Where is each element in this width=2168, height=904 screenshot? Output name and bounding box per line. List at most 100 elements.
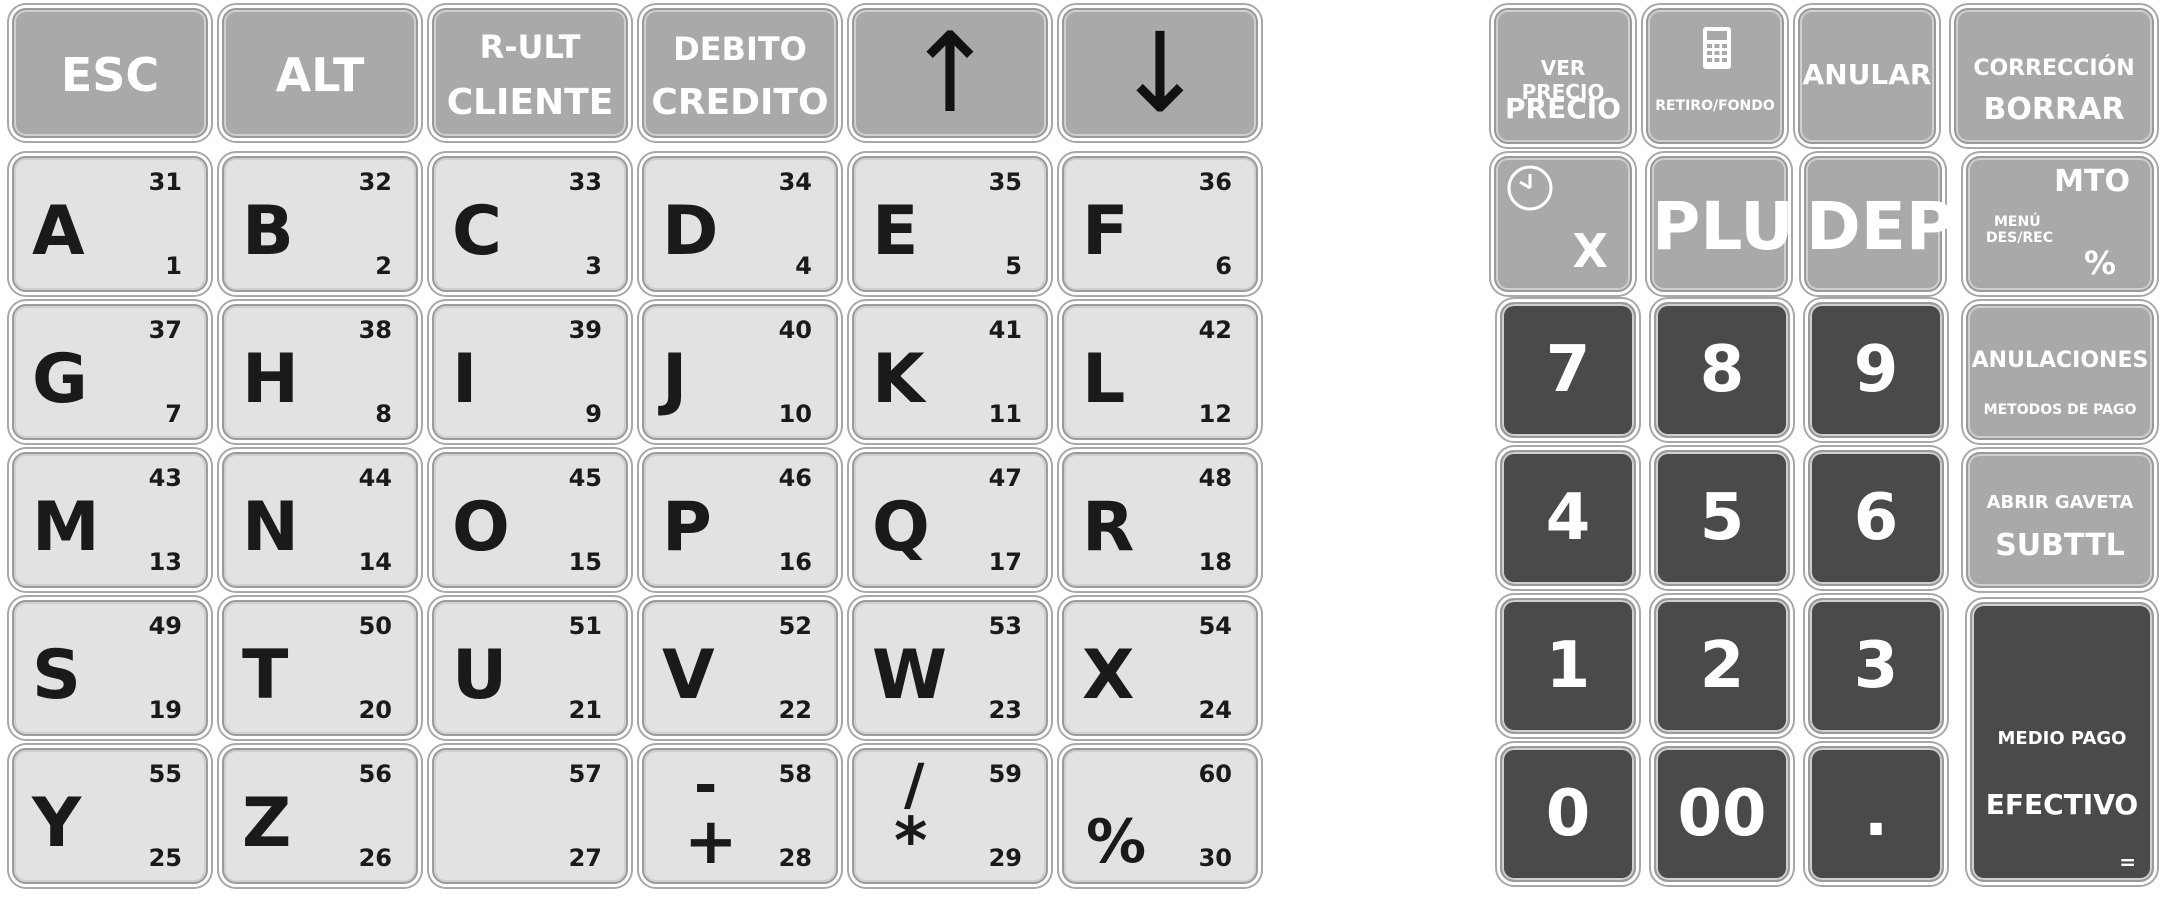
key-number-top: 57 [568, 760, 602, 788]
key-19[interactable]: S 49 19 [12, 600, 208, 736]
key-number-top: 41 [988, 316, 1022, 344]
key-letter: % [1086, 807, 1147, 877]
key-letter: J [662, 340, 688, 419]
key-15[interactable]: O 45 15 [432, 452, 628, 588]
numpad-key-6[interactable]: 6 [1808, 450, 1944, 586]
numpad-key-9[interactable]: 9 [1808, 302, 1944, 438]
numpad-key-5[interactable]: 5 [1654, 450, 1790, 586]
dep-key[interactable]: DEP [1804, 156, 1955, 292]
key-23[interactable]: W 53 23 [852, 600, 1048, 736]
key-21[interactable]: U 51 21 [432, 600, 628, 736]
plu-key[interactable]: PLU [1650, 156, 1794, 292]
correccion-label: CORRECCIÓN [1973, 56, 2135, 81]
key-13[interactable]: M 43 13 [12, 452, 208, 588]
numpad-key-8[interactable]: 8 [1654, 302, 1790, 438]
key-30[interactable]: % 60 30 [1062, 748, 1258, 884]
key-14[interactable]: N 44 14 [222, 452, 418, 588]
key-27[interactable]: 57 27 [432, 748, 628, 884]
retiro-fondo-key[interactable]: RETIRO/FONDO [1646, 8, 1784, 144]
dep-label: DEP [1806, 188, 1955, 265]
numpad-key-2[interactable]: 2 [1654, 598, 1790, 734]
key-7[interactable]: G 37 7 [12, 304, 208, 440]
key-number-bottom: 12 [1198, 400, 1232, 428]
numpad-label: 3 [1853, 629, 1899, 703]
key-12[interactable]: L 42 12 [1062, 304, 1258, 440]
key-letter: W [872, 636, 948, 715]
borrar-label: BORRAR [1983, 92, 2125, 127]
key-16[interactable]: P 46 16 [642, 452, 838, 588]
key-6[interactable]: F 36 6 [1062, 156, 1258, 292]
key-number-bottom: 26 [358, 844, 392, 872]
key-number-bottom: 29 [988, 844, 1022, 872]
key-5[interactable]: E 35 5 [852, 156, 1048, 292]
numpad-label: 0 [1545, 777, 1591, 851]
debito-credito-key[interactable]: DEBITO CREDITO [642, 8, 838, 138]
key-number-top: 36 [1198, 168, 1232, 196]
key-10[interactable]: J 40 10 [642, 304, 838, 440]
clock-x-key[interactable]: X [1494, 156, 1632, 292]
anulaciones-key[interactable]: ANULACIONES METODOS DE PAGO [1966, 304, 2154, 440]
key-number-bottom: 7 [165, 400, 182, 428]
arrow-down-key[interactable]: ↓ [1062, 8, 1258, 138]
key-22[interactable]: V 52 22 [642, 600, 838, 736]
key-24[interactable]: X 54 24 [1062, 600, 1258, 736]
numpad-key-1[interactable]: 1 [1500, 598, 1636, 734]
correccion-borrar-key[interactable]: CORRECCIÓN BORRAR [1954, 8, 2154, 144]
key-number-top: 31 [148, 168, 182, 196]
key-number-bottom: 24 [1198, 696, 1232, 724]
key-number-bottom: 6 [1215, 252, 1232, 280]
key-26[interactable]: Z 56 26 [222, 748, 418, 884]
r-ult-label: R-ULT [479, 28, 581, 66]
key-letter: E [872, 192, 919, 271]
r-ult-cliente-key[interactable]: R-ULT CLIENTE [432, 8, 628, 138]
key-25[interactable]: Y 55 25 [12, 748, 208, 884]
numpad-label: 6 [1853, 481, 1899, 555]
mto-menu-des-rec-key[interactable]: MTO MENÚ DES/REC % [1966, 156, 2154, 292]
medio-pago-efectivo-key[interactable]: MEDIO PAGO EFECTIVO = [1970, 602, 2154, 882]
key-letter: C [452, 192, 502, 271]
key-17[interactable]: Q 47 17 [852, 452, 1048, 588]
key-letter: P [662, 488, 712, 567]
key-2[interactable]: B 32 2 [222, 156, 418, 292]
key-number-top: 37 [148, 316, 182, 344]
numpad-key-4[interactable]: 4 [1500, 450, 1636, 586]
numpad-key-dot[interactable]: . [1808, 746, 1944, 882]
key-number-bottom: 11 [988, 400, 1022, 428]
anular-label: ANULAR [1802, 58, 1932, 91]
key-number-top: 39 [568, 316, 602, 344]
key-1[interactable]: A 31 1 [12, 156, 208, 292]
key-letter: Z [242, 784, 292, 863]
key-letter: L [1082, 340, 1126, 419]
key-29[interactable]: / * 59 29 [852, 748, 1048, 884]
ver-precio-key[interactable]: VER PRECIO PRECIO [1494, 8, 1632, 144]
esc-key[interactable]: ESC [12, 8, 208, 138]
key-symbol-bottom: * [894, 805, 928, 879]
key-number-bottom: 5 [1005, 252, 1022, 280]
key-4[interactable]: D 34 4 [642, 156, 838, 292]
abrir-gaveta-subttl-key[interactable]: ABRIR GAVETA SUBTTL [1966, 452, 2154, 588]
numpad-key-00[interactable]: 00 [1654, 746, 1790, 882]
key-number-bottom: 13 [148, 548, 182, 576]
mto-label: MTO [2054, 164, 2130, 199]
key-number-top: 34 [778, 168, 812, 196]
key-number-top: 40 [778, 316, 812, 344]
key-8[interactable]: H 38 8 [222, 304, 418, 440]
key-28[interactable]: - +58 28 [642, 748, 838, 884]
arrow-up-key[interactable]: ↑ [852, 8, 1048, 138]
anular-key[interactable]: ANULAR [1798, 8, 1936, 144]
key-number-bottom: 16 [778, 548, 812, 576]
numpad-key-0[interactable]: 0 [1500, 746, 1636, 882]
key-9[interactable]: I 39 9 [432, 304, 628, 440]
key-number-bottom: 17 [988, 548, 1022, 576]
key-number-bottom: 30 [1198, 844, 1232, 872]
numpad-key-7[interactable]: 7 [1500, 302, 1636, 438]
key-letter: G [32, 340, 88, 419]
numpad-key-3[interactable]: 3 [1808, 598, 1944, 734]
key-18[interactable]: R 48 18 [1062, 452, 1258, 588]
key-letter: H [242, 340, 299, 419]
key-20[interactable]: T 50 20 [222, 600, 418, 736]
key-letter: R [1082, 488, 1135, 567]
key-11[interactable]: K 41 11 [852, 304, 1048, 440]
key-3[interactable]: C 33 3 [432, 156, 628, 292]
alt-key[interactable]: ALT [222, 8, 418, 138]
